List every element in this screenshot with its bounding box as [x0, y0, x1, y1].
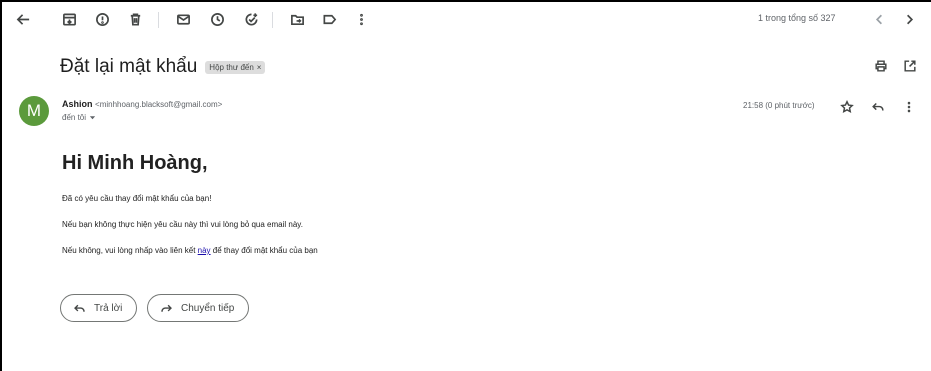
report-spam-button[interactable]	[89, 6, 115, 32]
subject-row: Đặt lại mật khẩu Hộp thư đến ×	[60, 54, 266, 80]
body-line-3-after: để thay đổi mật khẩu của bạn	[210, 246, 318, 255]
arrow-left-icon	[16, 13, 29, 25]
open-in-new-window-icon	[904, 60, 916, 72]
chevron-left-icon	[875, 14, 882, 24]
label-icon	[323, 14, 336, 24]
body-line-2: Nếu bạn không thực hiện yêu cầu này thì …	[62, 220, 303, 229]
back-button[interactable]	[10, 6, 36, 32]
snooze-clock-icon	[210, 12, 224, 26]
toolbar: 1 trong tổng số 327	[2, 6, 931, 36]
reset-password-link[interactable]: này	[198, 246, 211, 255]
snooze-button[interactable]	[204, 6, 230, 32]
reply-icon	[74, 304, 85, 312]
email-view: 1 trong tổng số 327 Đặt lại mật khẩu Hộp…	[0, 0, 931, 371]
move-to-folder-icon	[290, 14, 304, 25]
mark-unread-button[interactable]	[170, 6, 196, 32]
open-new-window-button[interactable]	[899, 55, 921, 77]
archive-icon	[62, 13, 76, 25]
more-vertical-icon	[359, 13, 363, 25]
next-email-button[interactable]	[896, 6, 922, 32]
body-line-3-before: Nếu không, vui lòng nhấp vào liên kết	[62, 246, 198, 255]
chevron-right-icon	[906, 14, 913, 24]
archive-button[interactable]	[56, 6, 82, 32]
mark-unread-icon	[176, 13, 190, 25]
add-task-button[interactable]	[238, 6, 264, 32]
body-line-3: Nếu không, vui lòng nhấp vào liên kết nà…	[62, 246, 318, 255]
sender-email: <minhhoang.blacksoft@gmail.com>	[95, 100, 223, 109]
forward-label: Chuyển tiếp	[181, 302, 235, 314]
email-subject: Đặt lại mật khẩu	[60, 56, 198, 77]
add-task-icon	[245, 12, 257, 25]
toolbar-divider	[158, 12, 159, 28]
toolbar-divider	[272, 12, 273, 28]
body-line-1: Đã có yêu cầu thay đổi mật khẩu của bạn!	[62, 194, 212, 203]
more-button[interactable]	[348, 6, 374, 32]
label-chip-text: Hộp thư đến	[209, 62, 254, 72]
recipient-text: đến tôi	[62, 113, 87, 122]
reply-action-button[interactable]: Trả lời	[60, 294, 138, 322]
message-more-button[interactable]	[898, 96, 920, 118]
sender-name[interactable]: Ashion	[62, 99, 93, 109]
recipient-details-toggle[interactable]: đến tôi	[62, 113, 96, 122]
pagination-text: 1 trong tổng số 327	[758, 13, 836, 23]
reply-button[interactable]	[867, 96, 889, 118]
sender-info: Ashion <minhhoang.blacksoft@gmail.com>	[62, 99, 222, 109]
inbox-label-chip[interactable]: Hộp thư đến ×	[205, 60, 266, 74]
caret-down-icon	[89, 116, 96, 120]
email-timestamp: 21:58 (0 phút trước)	[743, 101, 815, 110]
report-spam-icon	[95, 12, 109, 26]
previous-email-button[interactable]	[866, 6, 892, 32]
remove-label-button[interactable]: ×	[257, 63, 262, 72]
delete-button[interactable]	[122, 6, 148, 32]
email-greeting: Hi Minh Hoàng,	[62, 152, 208, 174]
reply-label: Trả lời	[94, 302, 123, 314]
more-vertical-icon	[907, 101, 911, 113]
label-button[interactable]	[316, 6, 342, 32]
avatar-letter: M	[26, 101, 42, 120]
star-button[interactable]	[836, 96, 858, 118]
star-icon	[840, 100, 854, 113]
forward-icon	[161, 304, 172, 312]
move-to-button[interactable]	[284, 6, 310, 32]
trash-icon	[130, 13, 140, 25]
forward-action-button[interactable]: Chuyển tiếp	[147, 294, 250, 322]
avatar[interactable]: M	[19, 96, 49, 126]
print-all-button[interactable]	[870, 55, 892, 77]
print-icon	[875, 60, 887, 72]
reply-icon	[872, 102, 884, 111]
